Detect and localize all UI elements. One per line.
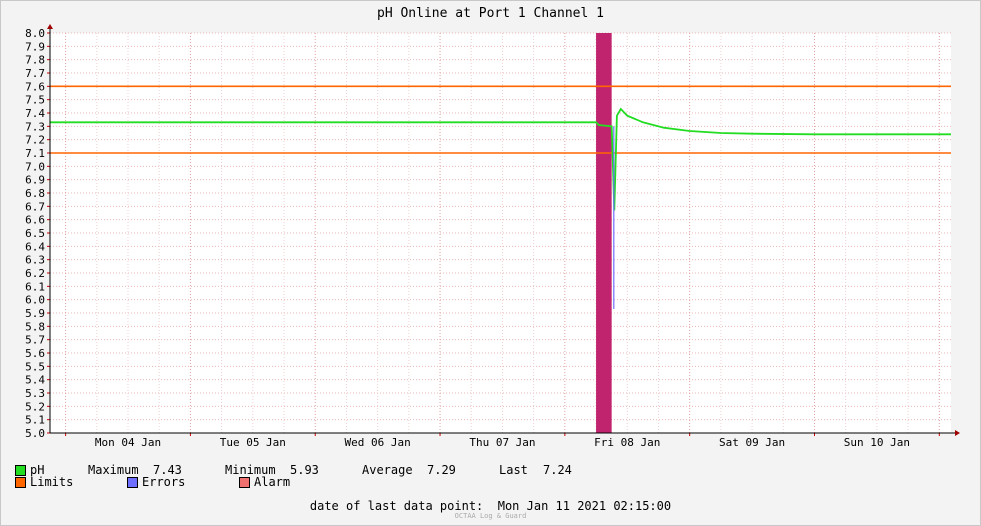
x-tick-label: Tue 05 Jan: [220, 436, 286, 449]
y-tick-label: 7.9: [25, 40, 45, 53]
y-tick-label: 7.2: [25, 134, 45, 147]
y-axis-arrow: [47, 24, 53, 29]
y-tick-label: 8.0: [25, 27, 45, 40]
y-tick-label: 5.3: [25, 387, 45, 400]
y-tick-label: 5.1: [25, 414, 45, 427]
legend-errors-swatch: [127, 477, 138, 488]
y-tick-label: 5.9: [25, 307, 45, 320]
x-tick-label: Mon 04 Jan: [95, 436, 161, 449]
stat-max-label: Maximum: [88, 463, 139, 477]
x-tick-label: Fri 08 Jan: [594, 436, 660, 449]
stat-last-label: Last: [499, 463, 528, 477]
y-tick-label: 6.8: [25, 187, 45, 200]
y-tick-label: 5.5: [25, 360, 45, 373]
y-tick-label: 6.6: [25, 214, 45, 227]
x-tick-label: Sun 10 Jan: [844, 436, 910, 449]
legend-limits-label: Limits: [30, 475, 74, 489]
chart-plot-svg: 5.05.15.25.35.45.55.65.75.85.96.06.16.26…: [25, 24, 960, 449]
y-tick-label: 5.8: [25, 320, 45, 333]
x-tick-label: Sat 09 Jan: [719, 436, 785, 449]
stat-avg-label: Average: [362, 463, 413, 477]
y-tick-label: 7.0: [25, 160, 45, 173]
x-axis-arrow: [955, 430, 960, 436]
y-tick-label: 6.7: [25, 200, 45, 213]
y-tick-label: 6.4: [25, 240, 45, 253]
last-data-point: date of last data point: Mon Jan 11 2021…: [0, 499, 981, 513]
stat-min-value: 5.93: [290, 463, 319, 477]
y-tick-label: 7.7: [25, 67, 45, 80]
y-tick-label: 7.6: [25, 80, 45, 93]
y-tick-label: 6.5: [25, 227, 45, 240]
y-tick-label: 7.1: [25, 147, 45, 160]
y-tick-label: 7.5: [25, 94, 45, 107]
x-tick-label: Wed 06 Jan: [345, 436, 411, 449]
x-tick-label: Thu 07 Jan: [469, 436, 535, 449]
last-data-point-value: Mon Jan 11 2021 02:15:00: [497, 499, 672, 513]
y-tick-label: 6.1: [25, 280, 45, 293]
y-tick-label: 5.4: [25, 374, 45, 387]
stat-avg-value: 7.29: [427, 463, 456, 477]
legend-alarm-swatch: [239, 477, 250, 488]
y-tick-label: 6.9: [25, 174, 45, 187]
last-data-point-label: date of last data point:: [309, 499, 484, 513]
alarm-band: [596, 33, 612, 433]
y-tick-label: 5.2: [25, 400, 45, 413]
y-tick-label: 5.0: [25, 427, 45, 440]
legend-errors-label: Errors: [142, 475, 186, 489]
legend-limits-swatch: [15, 477, 26, 488]
legend-ph-swatch: [15, 465, 26, 476]
legend-alarm-label: Alarm: [254, 475, 291, 489]
chart-title: pH Online at Port 1 Channel 1: [377, 6, 604, 21]
y-tick-label: 6.2: [25, 267, 45, 280]
stat-last-value: 7.24: [543, 463, 572, 477]
y-tick-label: 6.0: [25, 294, 45, 307]
branding-text: OCTAA Log & Guard: [454, 512, 527, 520]
y-tick-label: 6.3: [25, 254, 45, 267]
y-tick-label: 5.6: [25, 347, 45, 360]
y-tick-label: 7.4: [25, 107, 45, 120]
y-tick-label: 7.8: [25, 54, 45, 67]
y-tick-label: 7.3: [25, 120, 45, 133]
y-tick-label: 5.7: [25, 334, 45, 347]
